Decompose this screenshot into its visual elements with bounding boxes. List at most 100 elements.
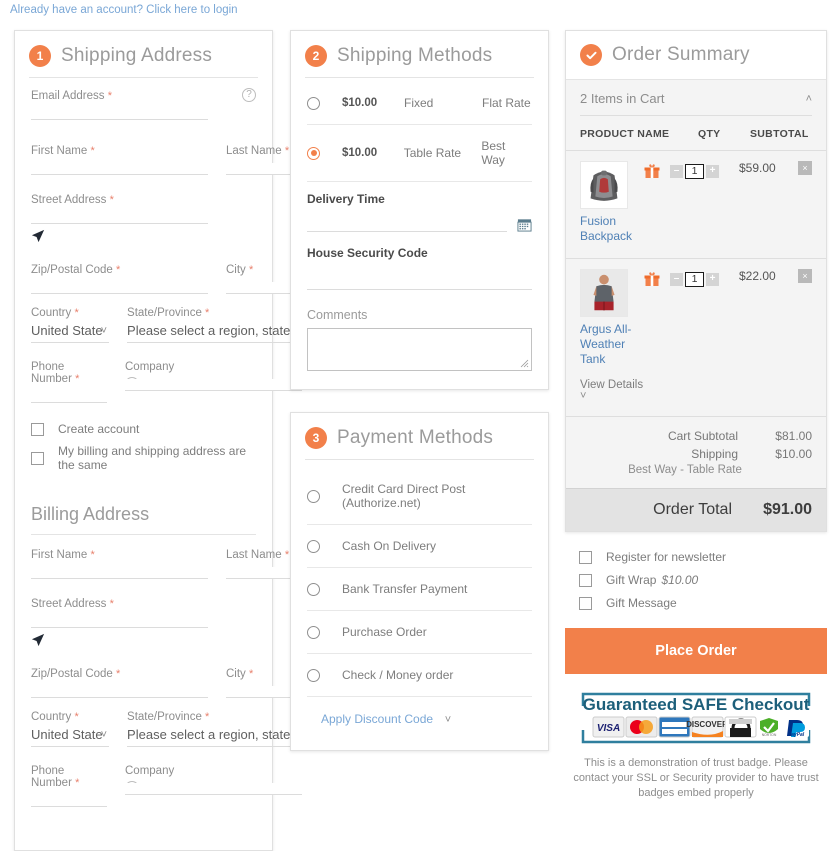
billing-country-group: Country * United States ˅ xyxy=(31,711,109,747)
billing-country-select[interactable]: United States xyxy=(31,727,109,747)
resize-grip-icon[interactable] xyxy=(520,359,529,368)
cart-item-controls: – 1 + xyxy=(644,269,719,287)
create-account-row[interactable]: Create account xyxy=(31,422,256,436)
create-account-label: Create account xyxy=(58,422,139,436)
total-row: Shipping $10.00 xyxy=(580,445,812,463)
payment-option-radio[interactable] xyxy=(307,490,320,503)
chevron-down-icon: ˅ xyxy=(101,729,107,741)
gift-wrap-checkbox[interactable] xyxy=(579,574,592,587)
shipping-option-method: Best Way xyxy=(481,139,532,167)
delivery-time-input[interactable] xyxy=(307,210,507,232)
billing-country-label: Country * xyxy=(31,711,109,727)
billing-location-pointer-icon[interactable] xyxy=(31,633,256,650)
payment-option-row[interactable]: Purchase Order xyxy=(307,611,532,654)
shipping-option-row[interactable]: $10.00 Table Rate Best Way xyxy=(307,125,532,182)
payment-option-label: Check / Money order xyxy=(342,668,453,682)
billing-company-input[interactable] xyxy=(125,783,302,795)
payment-methods-body: Credit Card Direct Post (Authorize.net) … xyxy=(291,460,548,750)
remove-item-button[interactable]: × xyxy=(798,269,812,283)
qty-increase-button[interactable]: + xyxy=(706,273,719,286)
order-summary-title: Order Summary xyxy=(612,44,750,66)
product-thumbnail[interactable] xyxy=(580,269,628,317)
cart-item-row: – 1 + $59.00 × Fusion Backpack xyxy=(566,150,826,258)
step-2-badge: 2 xyxy=(305,45,327,67)
create-account-checkbox[interactable] xyxy=(31,423,44,436)
login-link[interactable]: Already have an account? Click here to l… xyxy=(10,4,238,16)
billing-phone-company-row: Phone Number * ? Company xyxy=(31,765,256,812)
phone-company-row: Phone Number * ? Company xyxy=(31,361,256,408)
chevron-up-icon: ˄ xyxy=(806,93,812,105)
payment-option-radio[interactable] xyxy=(307,583,320,596)
comments-textarea[interactable] xyxy=(307,328,532,371)
same-address-checkbox[interactable] xyxy=(31,452,44,465)
email-field-group: Email Address * ? xyxy=(31,90,256,121)
gift-message-row[interactable]: Gift Message xyxy=(579,596,827,610)
place-order-button[interactable]: Place Order xyxy=(565,628,827,674)
apply-discount-link[interactable]: Apply Discount Code xyxy=(321,712,433,726)
payment-option-radio[interactable] xyxy=(307,540,320,553)
order-summary-header: Order Summary xyxy=(566,31,826,80)
payment-option-row[interactable]: Cash On Delivery xyxy=(307,525,532,568)
payment-option-row[interactable]: Check / Money order xyxy=(307,654,532,697)
street-input[interactable] xyxy=(31,212,208,224)
billing-first-name-input[interactable] xyxy=(31,567,208,579)
middle-column: 2 Shipping Methods $10.00 Fixed Flat Rat… xyxy=(290,30,549,751)
billing-company-group: Company xyxy=(125,765,302,808)
qty-input[interactable]: 1 xyxy=(685,164,704,179)
payment-option-row[interactable]: Bank Transfer Payment xyxy=(307,568,532,611)
street-label: Street Address * xyxy=(31,194,256,210)
payment-option-radio[interactable] xyxy=(307,669,320,682)
newsletter-row[interactable]: Register for newsletter xyxy=(579,550,827,564)
total-label: Cart Subtotal xyxy=(580,429,756,443)
billing-phone-input[interactable] xyxy=(31,795,107,807)
zip-input[interactable] xyxy=(31,282,208,294)
gift-icon[interactable] xyxy=(644,271,660,287)
email-input[interactable] xyxy=(31,108,208,120)
country-select[interactable]: United States xyxy=(31,323,109,343)
calendar-icon[interactable] xyxy=(517,217,532,232)
gift-icon[interactable] xyxy=(644,163,660,179)
svg-text:Guaranteed SAFE Checkout: Guaranteed SAFE Checkout xyxy=(583,695,810,714)
payment-methods-header: 3 Payment Methods xyxy=(291,413,548,459)
payment-option-radio[interactable] xyxy=(307,626,320,639)
email-help-icon[interactable]: ? xyxy=(242,88,256,102)
apply-discount-row[interactable]: Apply Discount Code ˅ xyxy=(307,697,532,732)
newsletter-checkbox[interactable] xyxy=(579,551,592,564)
payment-methods-panel: 3 Payment Methods Credit Card Direct Pos… xyxy=(290,412,549,751)
order-total-label: Order Total xyxy=(580,501,750,519)
gift-wrap-row[interactable]: Gift Wrap $10.00 xyxy=(579,573,827,587)
shipping-address-title: Shipping Address xyxy=(61,45,212,67)
phone-input[interactable] xyxy=(31,391,107,403)
trust-badge-block: Guaranteed SAFE Checkout VISA DISCOVER xyxy=(565,690,827,801)
billing-street-input[interactable] xyxy=(31,616,208,628)
gift-message-checkbox[interactable] xyxy=(579,597,592,610)
items-in-cart-toggle[interactable]: 2 Items in Cart ˄ xyxy=(566,80,826,115)
shipping-option-row[interactable]: $10.00 Fixed Flat Rate xyxy=(307,82,532,125)
billing-address-title: Billing Address xyxy=(31,498,256,534)
shipping-option-radio[interactable] xyxy=(307,147,320,160)
first-name-input[interactable] xyxy=(31,163,208,175)
cart-item-name[interactable]: Argus All-Weather Tank xyxy=(580,322,642,367)
svg-text:DISCOVER: DISCOVER xyxy=(686,720,728,729)
shipping-option-price: $10.00 xyxy=(342,97,404,109)
product-thumbnail[interactable] xyxy=(580,161,628,209)
billing-zip-input[interactable] xyxy=(31,686,208,698)
cart-item-name[interactable]: Fusion Backpack xyxy=(580,214,642,244)
cart-item-top: – 1 + $22.00 × xyxy=(580,269,812,317)
qty-input[interactable]: 1 xyxy=(685,272,704,287)
remove-item-button[interactable]: × xyxy=(798,161,812,175)
company-input[interactable] xyxy=(125,379,302,391)
location-pointer-icon[interactable] xyxy=(31,229,256,246)
qty-increase-button[interactable]: + xyxy=(706,165,719,178)
billing-name-row: First Name * Last Name * xyxy=(31,549,256,584)
country-field-group: Country * United States ˅ xyxy=(31,307,109,343)
payment-option-row[interactable]: Credit Card Direct Post (Authorize.net) xyxy=(307,468,532,525)
shipping-option-radio[interactable] xyxy=(307,97,320,110)
house-security-code-input[interactable] xyxy=(307,264,532,290)
check-circle-icon xyxy=(580,44,602,66)
qty-decrease-button[interactable]: – xyxy=(670,273,683,286)
zip-city-row: Zip/Postal Code * City * xyxy=(31,264,256,299)
qty-decrease-button[interactable]: – xyxy=(670,165,683,178)
view-details-toggle[interactable]: View Details ˅ xyxy=(580,379,812,402)
same-address-row[interactable]: My billing and shipping address are the … xyxy=(31,444,256,472)
